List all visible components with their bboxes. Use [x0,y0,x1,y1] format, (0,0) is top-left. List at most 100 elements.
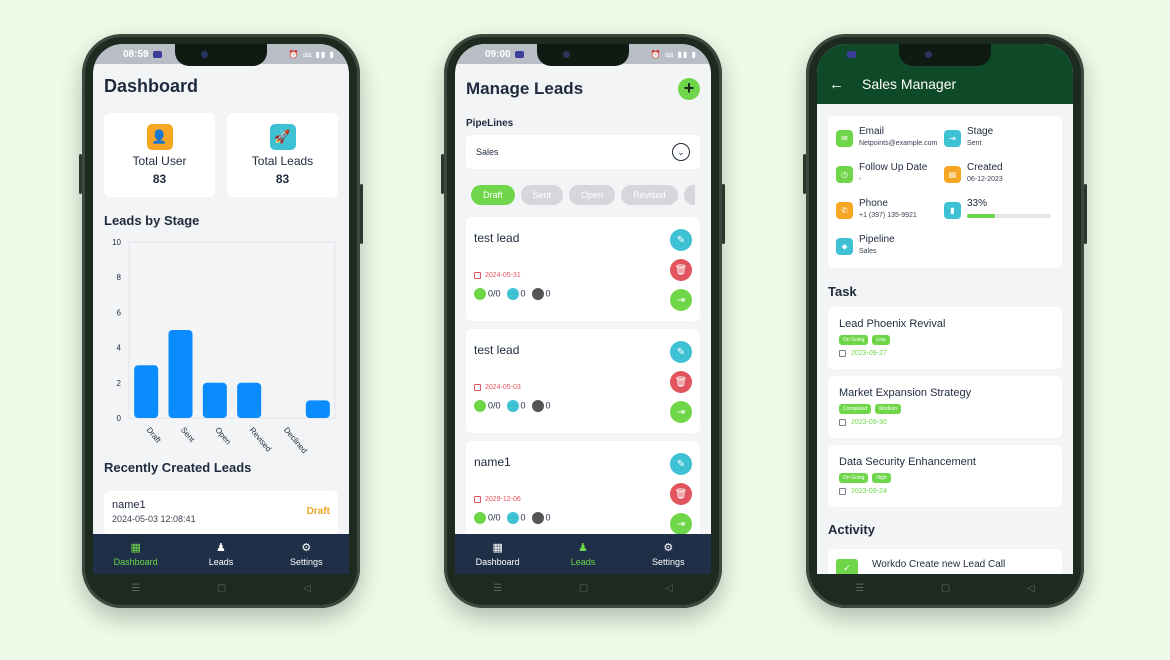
chip-open[interactable]: Open [569,185,616,205]
pipeline-select[interactable]: Sales ⌄ [466,135,700,169]
header-title: Sales Manager [862,76,957,92]
phone-dashboard: 08:59 ⏰ ⅏ ▮▮ ▮ Dashboard 👤 Total User 83… [79,34,363,608]
tab-label: Leads [570,556,596,567]
bottom-tab-bar: ▦ Dashboard ♟ Leads ⚙ Settings [455,534,711,574]
lead-date-text: 2024-05-03 [485,384,521,391]
info-label: Pipeline [859,234,895,245]
convert-icon[interactable]: ⇥ [670,289,692,311]
tab-settings[interactable]: ⚙ Settings [633,542,703,567]
home-icon[interactable]: ▢ [217,583,226,594]
tab-settings[interactable]: ⚙ Settings [271,542,341,567]
x-tick-label: Open [213,426,232,447]
status-icons: ⏰ ⅏ ▮▮ ▮ [650,49,697,59]
task-date-text: 2023-09-27 [851,350,887,357]
task-status-badge: Completed [839,404,872,414]
y-tick-label: 6 [117,308,122,317]
task-card[interactable]: Lead Phoenix Revival On Going Low 2023-09… [828,307,1062,369]
back-icon[interactable]: ◁ [303,583,311,594]
progress-bar [967,214,1051,218]
convert-icon[interactable]: ⇥ [670,513,692,535]
y-tick-label: 4 [117,344,122,353]
lead-card[interactable]: test lead 2024-05-03 0/0 0 0 ✎ 🗑 ⇥ [466,329,700,433]
calendar-icon [474,496,481,503]
task-date: 2023-09-27 [839,350,1051,357]
page-title: Manage Leads [466,79,584,98]
lead-date-text: 2024-05-31 [485,272,521,279]
camera-notch [175,44,267,66]
menu-icon[interactable]: ☰ [855,583,864,594]
y-tick-label: 10 [112,238,121,247]
home-icon[interactable]: ▢ [579,583,588,594]
x-tick-label: Declined [282,426,309,454]
info-value: Sales [859,248,877,255]
product-icon [506,512,519,524]
task-title: Market Expansion Strategy [839,387,972,399]
lead-name: name1 [474,455,511,469]
y-tick-label: 2 [117,379,122,388]
product-icon [506,288,519,300]
stat-label: Total Leads [251,154,314,168]
camera-icon [201,51,208,58]
tab-dashboard[interactable]: ▦ Dashboard [101,542,171,567]
notification-icon [847,50,856,58]
task-icon [474,400,486,412]
source-icon [531,512,544,524]
edit-icon[interactable]: ✎ [670,453,692,475]
system-nav-bar: ☰ ▢ ◁ [817,576,1073,600]
menu-icon[interactable]: ☰ [131,583,140,594]
chart-title: Leads by Stage [104,213,200,228]
back-icon[interactable]: ◁ [665,583,673,594]
convert-icon[interactable]: ⇥ [670,401,692,423]
chart-icon: ▮ [944,202,961,219]
info-label: Follow Up Date [859,162,928,173]
progress-fill [967,214,995,218]
lead-date: 2029-12-06 [474,496,521,503]
edit-icon[interactable]: ✎ [670,341,692,363]
tab-leads[interactable]: ♟ Leads [186,542,256,567]
tab-leads[interactable]: ♟ Leads [548,542,618,567]
home-icon[interactable]: ▢ [941,583,950,594]
trash-icon[interactable]: 🗑 [670,371,692,393]
trash-icon[interactable]: 🗑 [670,259,692,281]
activity-item[interactable]: ✓ Workdo Create new Lead Call [828,549,1062,574]
calendar-icon [839,419,846,426]
edit-icon[interactable]: ✎ [670,229,692,251]
task-title: Data Security Enhancement [839,456,976,468]
lead-card[interactable]: test lead 2024-05-31 0/0 0 0 ✎ 🗑 ⇥ [466,217,700,321]
menu-icon[interactable]: ☰ [493,583,502,594]
add-lead-button[interactable]: + [678,78,700,100]
tab-dashboard[interactable]: ▦ Dashboard [463,542,533,567]
system-nav-bar: ☰ ▢ ◁ [93,576,349,600]
stage-icon: ⇥ [944,130,961,147]
chip-draft[interactable]: Draft [471,185,515,205]
task-card[interactable]: Market Expansion Strategy Completed Mediu… [828,376,1062,438]
followup-item: ◷ Follow Up Date - [836,162,927,183]
source-count: 0 [545,288,551,299]
user-icon: 👤 [146,124,173,150]
notification-icon [514,50,524,58]
status-time: 09:00 [485,48,511,60]
lead-name: test lead [474,343,520,357]
chip-more[interactable] [683,185,695,205]
stat-value: 83 [152,172,167,186]
page-title: Dashboard [104,76,199,96]
bar [134,365,159,418]
back-arrow-icon[interactable]: ← [829,76,844,93]
back-icon[interactable]: ◁ [1027,583,1035,594]
sales-manager-screen: ← Sales Manager ✉ Email Netpoints@example… [817,44,1073,574]
total-leads-card[interactable]: 🚀 Total Leads 83 [227,113,338,197]
lead-card[interactable]: name1 2029-12-06 0/0 0 0 ✎ 🗑 ⇥ [466,441,700,545]
product-icon [506,400,519,412]
chip-sent[interactable]: Sent [520,185,564,205]
task-icon [474,512,486,524]
trash-icon[interactable]: 🗑 [670,483,692,505]
chart-svg: 0 2 4 6 8 10 Draft Sent Open Revised Declined [112,238,336,454]
calendar-icon [839,488,846,495]
check-icon: ✓ [836,559,858,574]
task-card[interactable]: Data Security Enhancement On Going High 2… [828,445,1062,507]
total-user-card[interactable]: 👤 Total User 83 [104,113,215,197]
chip-revised[interactable]: Revised [621,185,678,205]
activity-text: Workdo Create new Lead Call [872,559,1006,570]
recent-lead-card[interactable]: name1 2024-05-03 12:08:41 Draft [104,491,338,535]
leads-icon: ♟ [216,541,226,554]
